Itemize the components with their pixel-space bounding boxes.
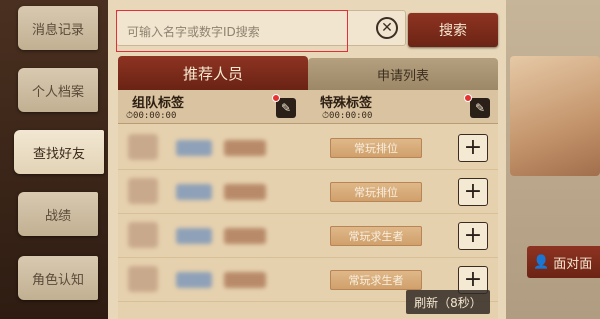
face-to-face-button[interactable]: 👤 面对面: [527, 246, 600, 278]
plus-icon: +: [463, 135, 483, 160]
team-tag-timer: ⏱00:00:00: [126, 111, 177, 121]
role-tag: 常玩排位: [330, 182, 422, 202]
role-tag: 常玩求生者: [330, 270, 422, 290]
add-friend-button[interactable]: +: [458, 178, 488, 206]
sidebar-item-messages[interactable]: 消息记录: [18, 6, 98, 50]
sidebar-item-label: 战绩: [44, 208, 71, 224]
special-tag-title: 特殊标签: [320, 96, 373, 111]
search-button[interactable]: 搜索: [408, 13, 498, 47]
sidebar-item-profile[interactable]: 个人档案: [18, 68, 98, 112]
list-item: 常玩排位 +: [118, 170, 498, 214]
plus-icon: +: [463, 223, 483, 248]
plus-icon: +: [463, 267, 483, 292]
blurred-name: [176, 228, 212, 244]
edit-special-tag-button[interactable]: ✎: [470, 98, 490, 118]
avatar[interactable]: [128, 266, 158, 292]
role-tag-label: 常玩求生者: [348, 274, 404, 287]
sidebar-item-records[interactable]: 战绩: [18, 192, 98, 236]
role-tag: 常玩排位: [330, 138, 422, 158]
tab-recommended[interactable]: 推荐人员: [118, 56, 308, 90]
refresh-label: 刷新（8秒）: [414, 295, 482, 310]
sidebar-item-character-knowledge[interactable]: 角色认知: [18, 256, 98, 300]
pencil-icon: ✎: [474, 101, 486, 115]
blurred-name: [176, 272, 212, 288]
tab-requests[interactable]: 申请列表: [308, 58, 498, 90]
blurred-badge: [224, 228, 266, 244]
add-friend-button[interactable]: +: [458, 222, 488, 250]
sidebar-item-label: 消息记录: [31, 22, 84, 38]
blurred-badge: [224, 184, 266, 200]
notification-dot: [464, 94, 472, 102]
sidebar-item-find-friends[interactable]: 查找好友: [14, 130, 104, 174]
blurred-name: [176, 140, 212, 156]
edit-team-tag-button[interactable]: ✎: [276, 98, 296, 118]
search-placeholder: 可输入名字或数字ID搜索: [127, 24, 260, 39]
person-icon: 👤: [533, 254, 550, 270]
team-tag-title: 组队标签: [132, 96, 185, 111]
search-button-label: 搜索: [439, 23, 467, 39]
close-circle-icon[interactable]: ✕: [376, 17, 398, 39]
character-card: [510, 56, 600, 176]
role-tag-label: 常玩求生者: [348, 230, 404, 243]
sidebar-item-label: 个人档案: [31, 84, 84, 100]
avatar[interactable]: [128, 178, 158, 204]
pencil-icon: ✎: [280, 101, 292, 115]
tab-label: 推荐人员: [182, 64, 243, 83]
team-tag-time: 00:00:00: [133, 111, 177, 121]
tag-panel: 组队标签 ⏱00:00:00 ✎ 特殊标签 ⏱00:00:00 ✎: [118, 90, 498, 124]
notification-dot: [272, 94, 280, 102]
avatar[interactable]: [128, 134, 158, 160]
role-tag: 常玩求生者: [330, 226, 422, 246]
blurred-badge: [224, 272, 266, 288]
special-tag-timer: ⏱00:00:00: [322, 111, 373, 121]
plus-icon: +: [463, 179, 483, 204]
blurred-badge: [224, 140, 266, 156]
tab-label: 申请列表: [376, 68, 429, 84]
refresh-button[interactable]: 刷新（8秒）: [406, 290, 490, 314]
sidebar-item-label: 查找好友: [32, 146, 85, 162]
role-tag-label: 常玩排位: [354, 186, 398, 199]
face-to-face-label: 面对面: [553, 256, 593, 272]
avatar[interactable]: [128, 222, 158, 248]
list-item: 常玩排位 +: [118, 126, 498, 170]
search-input[interactable]: 可输入名字或数字ID搜索: [116, 10, 348, 52]
sidebar-item-label: 角色认知: [31, 272, 84, 288]
blurred-name: [176, 184, 212, 200]
special-tag-time: 00:00:00: [329, 111, 373, 121]
list-item: 常玩求生者 +: [118, 214, 498, 258]
add-friend-button[interactable]: +: [458, 134, 488, 162]
role-tag-label: 常玩排位: [354, 142, 398, 155]
